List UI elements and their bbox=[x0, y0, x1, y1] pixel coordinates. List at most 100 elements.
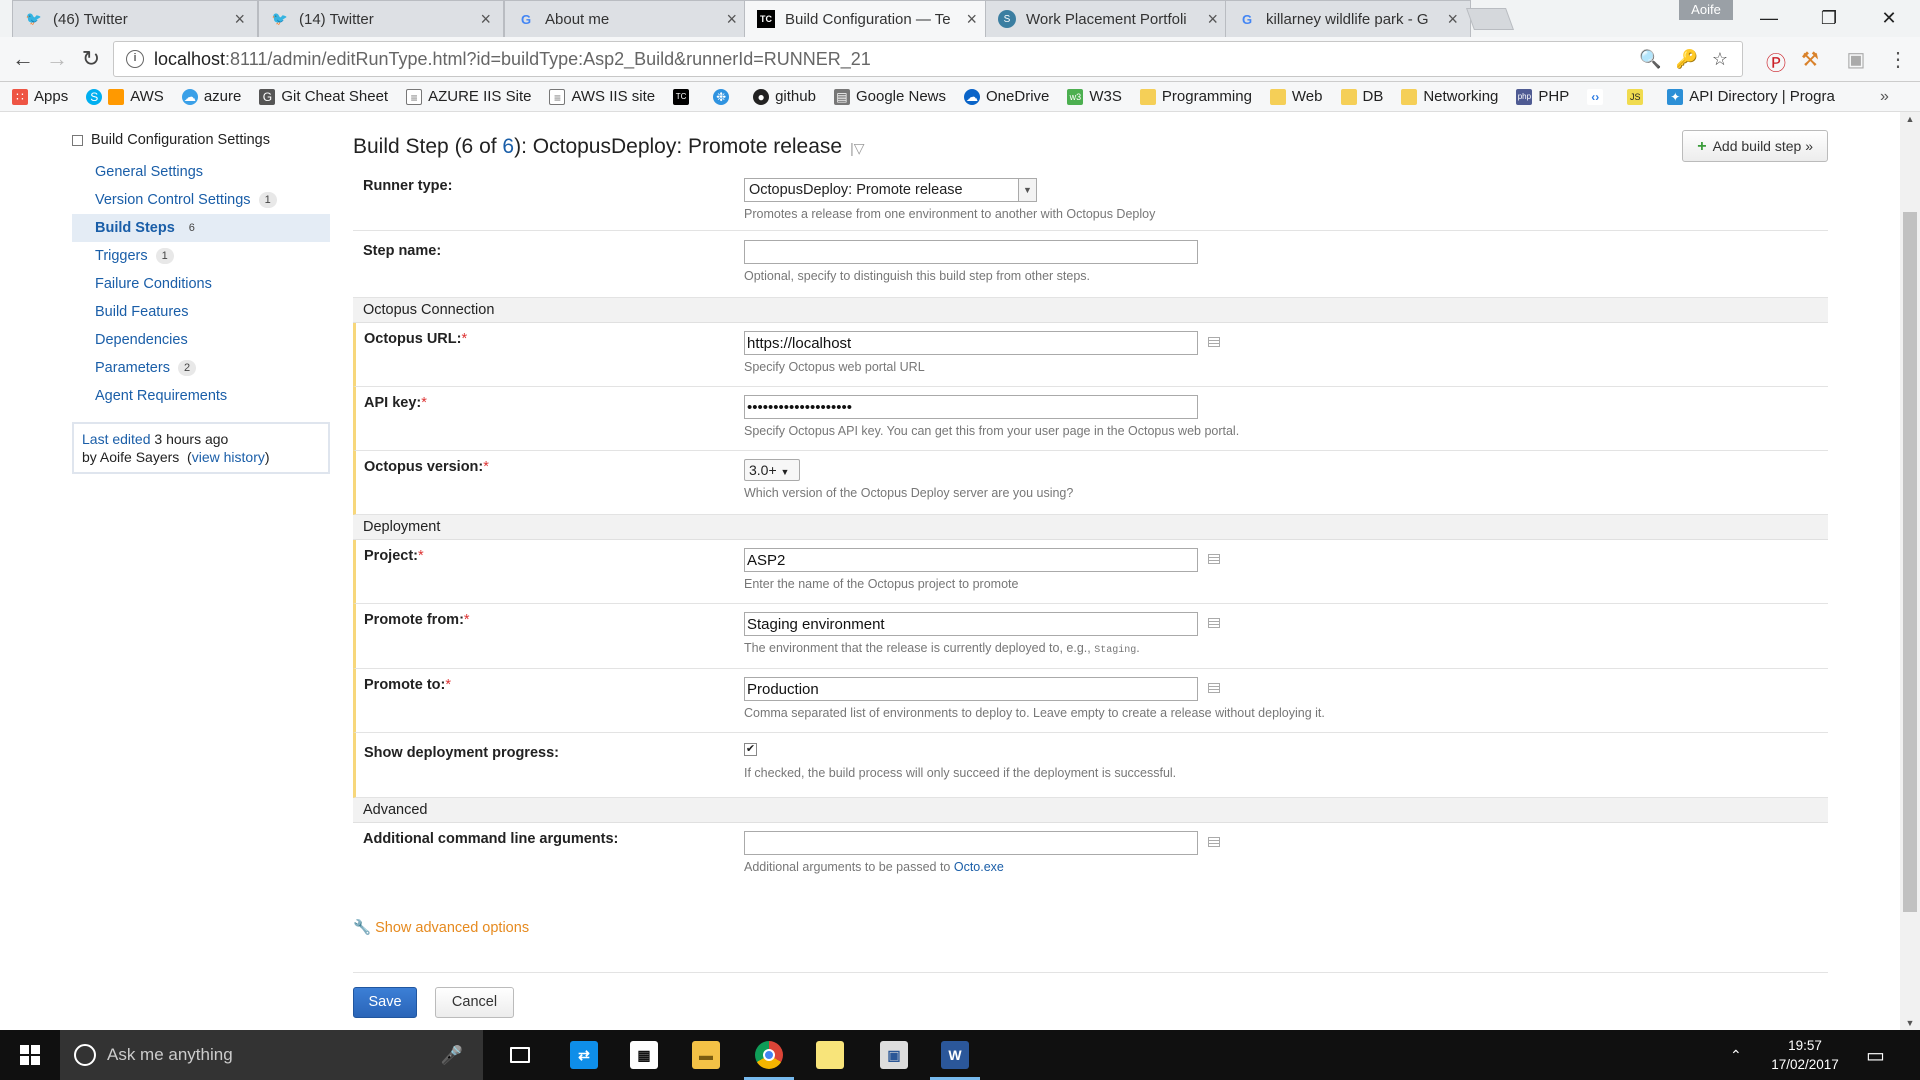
sidebar-item-parameters[interactable]: Parameters 2 bbox=[72, 354, 330, 382]
promote-from-input[interactable] bbox=[744, 612, 1198, 636]
bookmark-github[interactable]: ● github bbox=[753, 88, 816, 105]
key-icon[interactable]: 🔑 bbox=[1675, 49, 1697, 70]
tab-killarney[interactable]: G killarney wildlife park - G × bbox=[1225, 0, 1471, 37]
taskbar-app-sticky-notes[interactable] bbox=[801, 1030, 859, 1080]
close-window-icon[interactable]: ✕ bbox=[1860, 0, 1918, 37]
sidebar-item-general-settings[interactable]: General Settings bbox=[72, 158, 330, 186]
runner-type-select[interactable]: OctopusDeploy: Promote release ▼ bbox=[744, 178, 1037, 202]
octopus-version-select[interactable]: 3.0+ ▼ bbox=[744, 459, 800, 481]
tab-work-placement[interactable]: S Work Placement Portfoli × bbox=[985, 0, 1231, 37]
tab-twitter-14[interactable]: 🐦 (14) Twitter × bbox=[258, 0, 504, 37]
scrollbar-thumb[interactable] bbox=[1903, 212, 1917, 912]
cortana-search[interactable]: Ask me anything 🎤 bbox=[60, 1030, 483, 1080]
taskbar-app-teamviewer[interactable]: ⇄ bbox=[555, 1030, 613, 1080]
zoom-icon[interactable]: 🔍 bbox=[1639, 49, 1661, 70]
octo-exe-link[interactable]: Octo.exe bbox=[954, 860, 1004, 874]
close-icon[interactable]: × bbox=[1207, 9, 1218, 30]
taskbar-app-store[interactable]: ▦ bbox=[615, 1030, 673, 1080]
bookmark-programming[interactable]: Programming bbox=[1139, 88, 1252, 105]
taskbar-app-word[interactable]: W bbox=[926, 1030, 984, 1080]
save-button[interactable]: Save bbox=[353, 987, 417, 1018]
reload-icon[interactable]: ↻ bbox=[76, 44, 106, 74]
bookmark-php[interactable]: php PHP bbox=[1516, 88, 1569, 105]
sidebar-item-agent-requirements[interactable]: Agent Requirements bbox=[72, 382, 330, 410]
bookmark-api-directory[interactable]: ✦ API Directory | Progra bbox=[1667, 88, 1835, 105]
show-advanced-options-link[interactable]: 🔧 Show advanced options bbox=[353, 919, 529, 936]
sidebar-item-dependencies[interactable]: Dependencies bbox=[72, 326, 330, 354]
close-icon[interactable]: × bbox=[480, 9, 491, 30]
promote-to-input[interactable] bbox=[744, 677, 1198, 701]
sidebar-item-triggers[interactable]: Triggers 1 bbox=[72, 242, 330, 270]
octopus-url-input[interactable] bbox=[744, 331, 1198, 355]
page-scrollbar[interactable]: ▲ ▼ bbox=[1900, 112, 1920, 1030]
parameter-picker-icon[interactable] bbox=[1208, 554, 1220, 564]
sidebar-item-build-features[interactable]: Build Features bbox=[72, 298, 330, 326]
close-icon[interactable]: × bbox=[966, 9, 977, 30]
notification-icon[interactable]: ▭ bbox=[1866, 1030, 1885, 1080]
more-bookmarks-icon[interactable]: » bbox=[1880, 88, 1889, 106]
bookmark-octopus[interactable]: ❉ bbox=[713, 88, 735, 105]
parameter-picker-icon[interactable] bbox=[1208, 837, 1220, 847]
back-icon[interactable]: ← bbox=[8, 44, 38, 74]
sidebar-heading[interactable]: Build Configuration Settings bbox=[72, 132, 330, 148]
parameter-picker-icon[interactable] bbox=[1208, 618, 1220, 628]
url-input[interactable]: i localhost:8111/admin/editRunType.html?… bbox=[113, 41, 1743, 77]
cancel-button[interactable]: Cancel bbox=[435, 987, 514, 1018]
taskbar-app-file-explorer[interactable]: ▬ bbox=[677, 1030, 735, 1080]
close-icon[interactable]: × bbox=[1447, 9, 1458, 30]
bookmark-aws-iis[interactable]: ≡ AWS IIS site bbox=[549, 88, 655, 105]
microphone-icon[interactable]: 🎤 bbox=[441, 1045, 463, 1066]
tab-build-configuration[interactable]: TC Build Configuration — Te × bbox=[744, 0, 990, 37]
command-args-input[interactable] bbox=[744, 831, 1198, 855]
extension-icon[interactable]: ⚒ bbox=[1796, 47, 1824, 72]
scroll-up-icon[interactable]: ▲ bbox=[1900, 114, 1920, 124]
profile-badge[interactable]: Aoife bbox=[1679, 0, 1733, 20]
taskbar-app-remote[interactable]: ▣ bbox=[865, 1030, 923, 1080]
bookmark-aws[interactable]: S AWS bbox=[86, 88, 164, 105]
menu-icon[interactable]: ⋮ bbox=[1884, 47, 1912, 72]
close-icon[interactable]: × bbox=[726, 9, 737, 30]
bookmark-web[interactable]: Web bbox=[1269, 88, 1323, 105]
close-icon[interactable]: × bbox=[234, 9, 245, 30]
taskbar-app-chrome[interactable] bbox=[740, 1030, 798, 1080]
sidebar-item-failure-conditions[interactable]: Failure Conditions bbox=[72, 270, 330, 298]
last-edited-link[interactable]: Last edited bbox=[82, 431, 151, 447]
star-icon[interactable]: ☆ bbox=[1712, 49, 1728, 70]
tab-twitter-46[interactable]: 🐦 (46) Twitter × bbox=[12, 0, 258, 37]
parameter-picker-icon[interactable] bbox=[1208, 683, 1220, 693]
bookmark-google-news[interactable]: ▤ Google News bbox=[833, 88, 946, 105]
bookmark-azure[interactable]: ☁ azure bbox=[181, 88, 241, 105]
step-menu-icon[interactable]: |▽ bbox=[850, 140, 864, 156]
bookmark-apps[interactable]: ∷ Apps bbox=[12, 88, 68, 105]
new-tab-button[interactable] bbox=[1465, 8, 1515, 30]
deployment-progress-checkbox[interactable]: ✔ bbox=[744, 743, 757, 756]
forward-icon[interactable]: → bbox=[42, 44, 72, 74]
api-key-input[interactable] bbox=[744, 395, 1198, 419]
bookmark-code[interactable]: ‹› bbox=[1587, 88, 1609, 105]
extension-icon-2[interactable]: ▣ bbox=[1842, 47, 1870, 72]
start-button[interactable] bbox=[0, 1030, 60, 1080]
project-input[interactable] bbox=[744, 548, 1198, 572]
bookmark-teamcity[interactable]: TC bbox=[673, 88, 695, 105]
title-total-link[interactable]: 6 bbox=[502, 135, 514, 158]
bookmark-azure-iis[interactable]: ≡ AZURE IIS Site bbox=[406, 88, 531, 105]
parameter-picker-icon[interactable] bbox=[1208, 337, 1220, 347]
bookmark-db[interactable]: DB bbox=[1340, 88, 1383, 105]
sidebar-item-build-steps[interactable]: Build Steps 6 bbox=[72, 214, 330, 242]
tray-expand-icon[interactable]: ⌃ bbox=[1730, 1030, 1742, 1080]
bookmark-git-cheat-sheet[interactable]: G Git Cheat Sheet bbox=[259, 88, 388, 105]
sidebar-item-version-control[interactable]: Version Control Settings 1 bbox=[72, 186, 330, 214]
info-icon[interactable]: i bbox=[126, 50, 144, 68]
chevron-down-icon[interactable]: ▼ bbox=[1018, 179, 1036, 201]
task-view-button[interactable] bbox=[491, 1030, 549, 1080]
tab-about-me[interactable]: G About me × bbox=[504, 0, 750, 37]
minimize-icon[interactable]: — bbox=[1740, 0, 1798, 37]
collapse-box-icon[interactable] bbox=[72, 134, 83, 146]
add-build-step-button[interactable]: + Add build step » bbox=[1682, 130, 1828, 162]
bookmark-w3s[interactable]: w3 W3S bbox=[1067, 88, 1122, 105]
bookmark-networking[interactable]: Networking bbox=[1401, 88, 1498, 105]
view-history-link[interactable]: view history bbox=[192, 449, 265, 465]
bookmark-onedrive[interactable]: ☁ OneDrive bbox=[964, 88, 1049, 105]
step-name-input[interactable] bbox=[744, 240, 1198, 264]
restore-icon[interactable]: ❐ bbox=[1800, 0, 1858, 37]
